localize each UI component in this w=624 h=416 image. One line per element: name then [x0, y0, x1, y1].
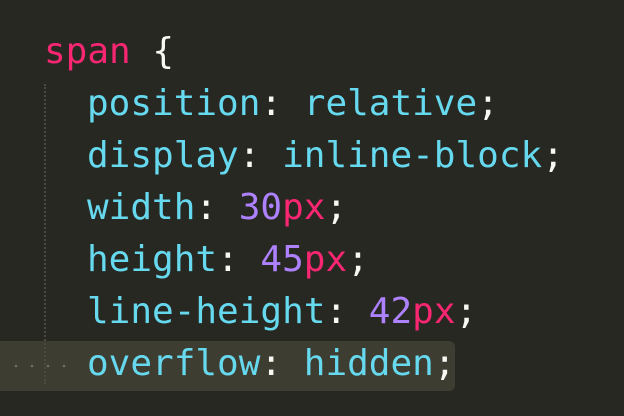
semicolon: ;	[477, 83, 499, 124]
code-line-height[interactable]: height: 45px;	[87, 234, 369, 286]
css-property: overflow	[87, 343, 261, 384]
css-number: 45	[260, 239, 304, 280]
code-line-display[interactable]: display: inline-block;	[87, 130, 564, 182]
code-line-line-height[interactable]: line-height: 42px;	[87, 286, 477, 338]
css-value: inline-block	[282, 135, 543, 176]
code-editor[interactable]: span { position: relative; display: inli…	[0, 0, 624, 416]
css-property: height	[87, 239, 218, 280]
whitespace-indicator	[8, 364, 78, 368]
colon: :	[217, 239, 239, 280]
css-property: display	[87, 135, 239, 176]
css-unit: px	[303, 239, 348, 280]
colon: :	[195, 187, 218, 228]
colon: :	[260, 83, 283, 124]
code-line-position[interactable]: position: relative;	[87, 78, 499, 130]
css-unit: px	[412, 291, 456, 332]
colon: :	[260, 343, 283, 384]
css-property: line-height	[87, 291, 326, 332]
css-unit: px	[282, 187, 326, 228]
open-brace: {	[152, 31, 175, 72]
semicolon: ;	[455, 291, 478, 332]
css-value: hidden	[303, 343, 434, 384]
css-selector: span	[44, 31, 131, 72]
colon: :	[325, 291, 348, 332]
code-line-overflow[interactable]: overflow: hidden;	[87, 338, 456, 390]
semicolon: ;	[325, 187, 348, 228]
css-property: width	[87, 187, 196, 228]
code-line-width[interactable]: width: 30px;	[87, 182, 347, 234]
css-number: 30	[238, 187, 283, 228]
indent-guide	[44, 84, 46, 384]
colon: :	[238, 135, 261, 176]
code-line-selector[interactable]: span {	[44, 26, 174, 78]
css-property: position	[87, 83, 261, 124]
css-number: 42	[368, 291, 413, 332]
semicolon: ;	[433, 343, 456, 384]
semicolon: ;	[542, 135, 564, 176]
semicolon: ;	[347, 239, 369, 280]
css-value: relative	[303, 83, 478, 124]
